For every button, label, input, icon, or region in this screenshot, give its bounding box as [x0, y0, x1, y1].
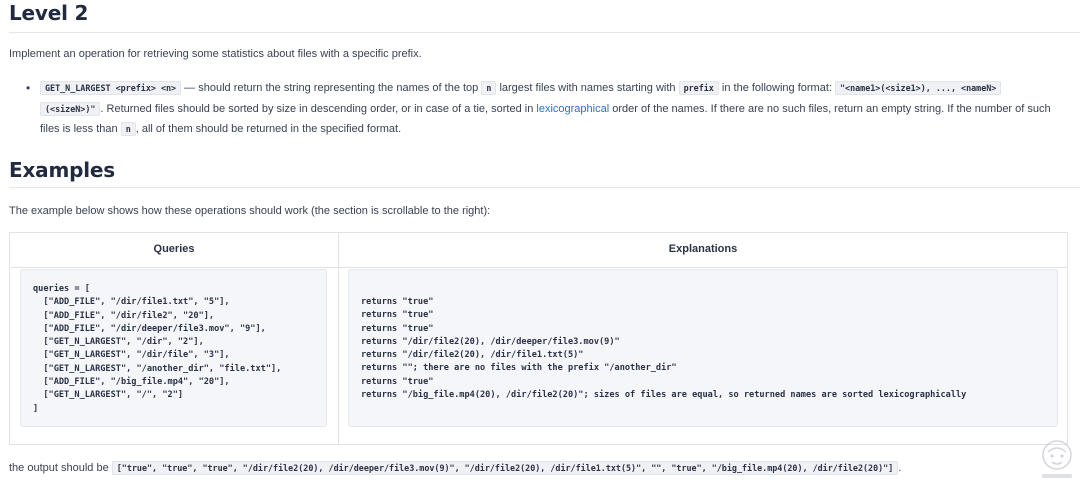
output-sentence: the output should be ["true", "true", "t… — [9, 461, 902, 475]
desc-text-5: order of the names. If there are no such… — [609, 102, 1051, 115]
prefix-code: prefix — [678, 81, 719, 95]
queries-header: Queries — [153, 243, 195, 255]
desc-text-2: largest files with names starting with — [496, 82, 679, 94]
explanations-code: returns "true" returns "true" returns "t… — [361, 297, 967, 401]
examples-table[interactable]: Queries Explanations queries = [ ["ADD_F… — [9, 232, 1068, 445]
desc-text-7: , all of them should be returned in the … — [135, 123, 402, 135]
n-code-2: n — [120, 122, 136, 136]
n-code: n — [481, 81, 497, 95]
output-prefix: the output should be — [9, 462, 112, 474]
get-n-largest-description: • GET_N_LARGEST <prefix> <n> — should re… — [26, 78, 1072, 140]
command-code: GET_N_LARGEST <prefix> <n> — [40, 81, 182, 95]
desc-text-1: — should return the string representing … — [181, 82, 482, 94]
explanations-code-box: returns "true" returns "true" returns "t… — [348, 269, 1058, 427]
desc-text-6: files is less than — [40, 123, 121, 135]
queries-code: queries = [ ["ADD_FILE", "/dir/file1.txt… — [33, 284, 282, 414]
examples-intro: The example below shows how these operat… — [9, 205, 491, 217]
column-divider — [338, 233, 339, 444]
output-suffix: . — [898, 462, 902, 474]
level-heading: Level 2 — [9, 1, 89, 25]
format-code-continued: (<sizeN>)" — [40, 101, 101, 116]
examples-divider — [9, 187, 1080, 188]
queries-code-box: queries = [ ["ADD_FILE", "/dir/file1.txt… — [20, 269, 327, 427]
heading-divider — [9, 32, 1080, 33]
format-code: "<name1>(<size1>), ..., <nameN> — [835, 81, 1002, 95]
explanations-header: Explanations — [668, 243, 738, 255]
problem-page: Level 2 Implement an operation for retri… — [0, 0, 1080, 487]
lexicographical-link[interactable]: lexicographical — [536, 103, 609, 115]
desc-text-4: . Returned files should be sorted by siz… — [100, 102, 537, 115]
bullet-icon: • — [26, 81, 31, 95]
level-intro: Implement an operation for retrieving so… — [9, 48, 422, 60]
examples-heading: Examples — [9, 158, 115, 182]
watermark-logo-icon — [1042, 440, 1072, 478]
output-code: ["true", "true", "true", "/dir/file2(20)… — [111, 461, 899, 475]
desc-text-3: in the following format: — [718, 82, 836, 94]
header-divider — [10, 267, 1067, 268]
